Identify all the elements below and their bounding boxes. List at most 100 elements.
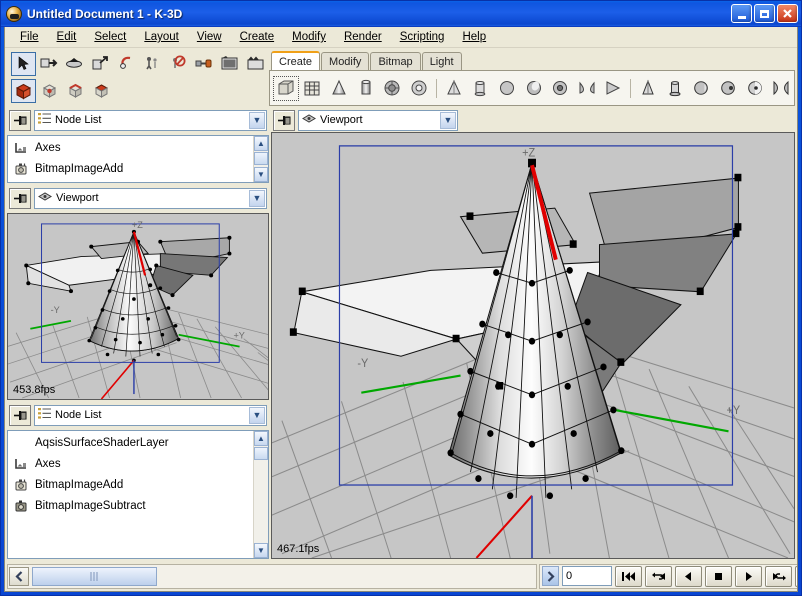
blobby-cone-shape-button[interactable] [635,76,661,101]
move-tool-button[interactable] [37,52,62,76]
cylinder-shape-icon [361,79,371,94]
chevron-down-icon[interactable]: ▼ [249,406,265,424]
node-list-top-scrollbar[interactable]: ▲ ▼ [253,136,268,182]
list-item[interactable]: BitmapImageAdd [8,158,253,179]
list-item[interactable]: BitmapImageSubtract [8,495,253,516]
menu-scripting[interactable]: Scripting [391,29,454,45]
scroll-up-icon[interactable]: ▲ [254,431,268,446]
select-lines-mode-button[interactable] [63,79,88,103]
minimize-button[interactable] [731,4,752,23]
menu-file[interactable]: File [11,29,48,45]
menu-render[interactable]: Render [335,29,391,45]
tab-bitmap[interactable]: Bitmap [370,52,421,70]
blobby-torus-icon [721,80,735,95]
close-button[interactable] [777,4,798,23]
scroll-right-button[interactable] [542,566,559,586]
node-list-bottom-combo[interactable]: Node List ▼ [34,404,267,426]
viewport-main-combo[interactable]: Viewport ▼ [298,109,458,131]
scroll-down-icon[interactable]: ▼ [254,543,268,558]
poly-cylinder-shape-button[interactable] [467,76,493,101]
menu-help[interactable]: Help [453,29,495,45]
scroll-thumb[interactable] [254,152,268,165]
node-list-bottom-scrollbar[interactable]: ▲ ▼ [253,431,268,558]
scroll-left-button[interactable] [9,566,29,586]
loop-forward-button[interactable] [765,565,792,587]
loop-back-button[interactable] [645,565,672,587]
node-list-top-combo[interactable]: Node List ▼ [34,109,267,131]
viewport-small-combo[interactable]: Viewport ▼ [34,187,267,209]
frame-number-input[interactable]: 0 [562,566,612,586]
menu-view[interactable]: View [188,29,231,45]
timeline-scrollbar[interactable] [7,563,537,589]
cube-shape-button[interactable] [273,75,299,101]
scroll-up-icon[interactable]: ▲ [254,136,268,151]
torus-shape-button[interactable] [406,76,432,101]
connect-tool-button[interactable] [192,52,217,76]
hyperboloid-shape-button[interactable] [601,76,627,101]
list-item[interactable]: AqsisSurfaceShaderLayer [8,432,253,453]
tab-light[interactable]: Light [421,52,462,70]
chevron-down-icon[interactable]: ▼ [440,111,456,129]
go-to-end-button[interactable] [795,565,797,587]
node-list-bottom-listbox[interactable]: AqsisSurfaceShaderLayer Axes BitmapImage… [7,430,269,559]
tab-create[interactable]: Create [271,51,321,70]
poly-sphere-shape-button[interactable] [494,76,520,101]
play-button[interactable] [735,565,762,587]
sphere-shape-button[interactable] [380,76,406,101]
unparent-tool-button[interactable] [166,52,191,76]
chevron-down-icon[interactable]: ▼ [249,111,265,129]
list-item-label: AqsisSurfaceShaderLayer [35,436,169,449]
tab-modify[interactable]: Modify [321,52,370,70]
select-tool-button[interactable] [11,51,36,76]
scroll-thumb-horizontal[interactable] [32,566,157,586]
maximize-button[interactable] [754,4,775,23]
blobby-hyperboloid-shape-button[interactable] [768,76,794,101]
snap-tool-button[interactable] [114,52,139,76]
scale-tool-button[interactable] [88,52,113,76]
go-to-start-button[interactable] [615,565,642,587]
toolbar-area: Create Modify Bitmap Light [5,48,797,106]
pin-button-viewport-small[interactable] [9,187,31,209]
cone-shape-button[interactable] [326,76,352,101]
list-item[interactable]: Axes [8,137,253,158]
step-back-button[interactable] [675,565,702,587]
select-faces-mode-button[interactable] [89,79,114,103]
axis-label-y-pos: +Y [233,331,244,341]
viewport-small[interactable]: +Z -Y +Y 453.8fps [7,213,269,400]
poly-disc-shape-button[interactable] [521,76,547,101]
menu-modify[interactable]: Modify [283,29,335,45]
cylinder-shape-button[interactable] [353,76,379,101]
poly-cone-shape-button[interactable] [441,76,467,101]
tab-light-label: Light [429,55,454,68]
list-item[interactable]: Axes [8,453,253,474]
stop-button[interactable] [705,565,732,587]
scroll-track[interactable] [254,461,268,543]
paraboloid-shape-button[interactable] [574,76,600,101]
menu-edit[interactable]: Edit [48,29,86,45]
blobby-cylinder-shape-button[interactable] [662,76,688,101]
rotate-tool-button[interactable] [63,52,88,76]
menu-layout[interactable]: Layout [135,29,188,45]
scroll-down-icon[interactable]: ▼ [254,167,268,182]
select-nodes-mode-button[interactable] [11,78,36,103]
select-points-mode-button[interactable] [37,79,62,103]
menu-select[interactable]: Select [85,29,135,45]
list-item[interactable]: BitmapImageAdd [8,474,253,495]
blobby-sphere-shape-button[interactable] [689,76,715,101]
render-frame-button[interactable] [243,52,268,76]
cursor-arrow-icon [18,56,29,70]
disk-shape-button[interactable] [547,76,573,101]
render-preview-button[interactable] [217,52,242,76]
pin-button-viewport-main[interactable] [273,109,295,131]
node-list-top-listbox[interactable]: Axes BitmapImageAdd ▲ ▼ [7,135,269,183]
blobby-ellipsoid-shape-button[interactable] [742,76,768,101]
pin-button-node-list-top[interactable] [9,109,31,131]
blobby-torus-shape-button[interactable] [715,76,741,101]
scroll-thumb[interactable] [254,447,268,460]
menu-create[interactable]: Create [231,29,284,45]
grid-shape-button[interactable] [300,76,326,101]
viewport-main[interactable]: +Z -Y +Y 467.1fps [271,132,795,559]
chevron-down-icon[interactable]: ▼ [249,189,265,207]
parent-tool-button[interactable] [140,52,165,76]
pin-button-node-list-bottom[interactable] [9,404,31,426]
